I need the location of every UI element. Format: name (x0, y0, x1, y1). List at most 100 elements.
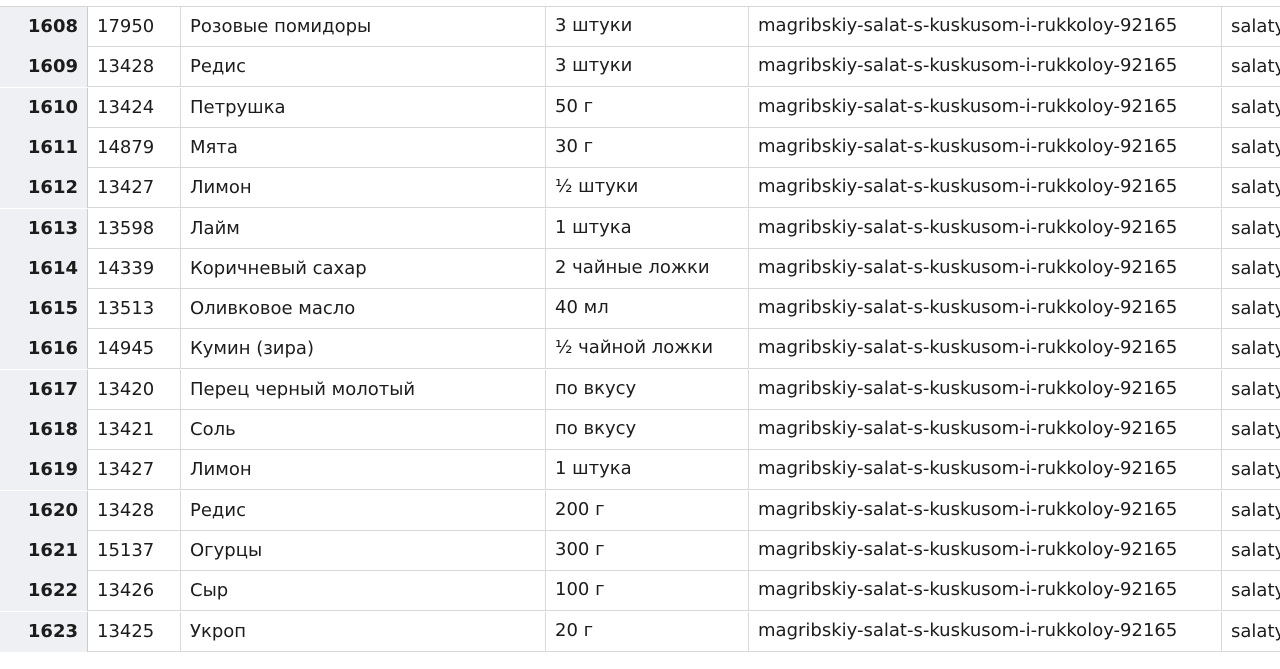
recipe-slug-cell[interactable]: magribskiy-salat-s-kuskusom-i-rukkoloy-9… (749, 329, 1222, 370)
category-cell[interactable]: salaty (1222, 47, 1280, 87)
row-index-cell[interactable]: 1613 (0, 208, 88, 249)
quantity-cell[interactable]: ½ чайной ложки (546, 329, 749, 370)
table-row[interactable]: 1608 17950 Розовые помидоры 3 штуки magribsk… (0, 7, 1280, 47)
category-cell[interactable]: salaty (1222, 329, 1280, 369)
table-row[interactable]: 1621 15137 Огурцы 300 г magribskiy-salat-s-k… (0, 530, 1280, 571)
row-index-cell[interactable]: 1615 (0, 289, 88, 330)
ingredient-id-cell[interactable]: 13420 (88, 369, 181, 410)
ingredient-name-cell[interactable]: Лайм (181, 208, 546, 249)
ingredient-name-cell[interactable]: Огурцы (181, 530, 546, 571)
category-cell[interactable]: salaty (1222, 128, 1280, 168)
quantity-cell[interactable]: ½ штуки (546, 168, 749, 209)
recipe-slug-cell[interactable]: magribskiy-salat-s-kuskusom-i-rukkoloy-9… (749, 611, 1222, 652)
ingredient-name-cell[interactable]: Оливковое масло (181, 289, 546, 330)
ingredient-name-cell[interactable]: Сыр (181, 571, 546, 612)
table-row[interactable]: 1614 14339 Коричневый сахар 2 чайные ложки m… (0, 248, 1280, 289)
row-index-cell[interactable]: 1609 (0, 47, 88, 88)
table-row[interactable]: 1613 13598 Лайм 1 штука magribskiy-salat-s-k… (0, 208, 1280, 249)
table-row[interactable]: 1609 13428 Редис 3 штуки magribskiy-salat-s-… (0, 47, 1280, 88)
ingredient-id-cell[interactable]: 13425 (88, 611, 181, 652)
ingredient-id-cell[interactable]: 13427 (88, 168, 181, 209)
ingredient-id-cell[interactable]: 14879 (88, 127, 181, 168)
ingredient-id-cell[interactable]: 13426 (88, 571, 181, 612)
category-cell[interactable]: salaty (1222, 289, 1280, 329)
quantity-cell[interactable]: 50 г (546, 87, 749, 128)
category-cell[interactable]: salaty (1222, 531, 1280, 571)
row-index-cell[interactable]: 1619 (0, 450, 88, 491)
recipe-slug-cell[interactable]: magribskiy-salat-s-kuskusom-i-rukkoloy-9… (749, 289, 1222, 330)
category-cell[interactable]: salaty (1222, 7, 1280, 47)
ingredient-id-cell[interactable]: 15137 (88, 530, 181, 571)
quantity-cell[interactable]: 3 штуки (546, 7, 749, 47)
row-index-cell[interactable]: 1608 (0, 7, 88, 47)
table-row[interactable]: 1622 13426 Сыр 100 г magribskiy-salat-s-kusk… (0, 571, 1280, 612)
row-index-cell[interactable]: 1611 (0, 127, 88, 168)
table-row[interactable]: 1610 13424 Петрушка 50 г magribskiy-salat-s-… (0, 87, 1280, 128)
ingredient-id-cell[interactable]: 13424 (88, 87, 181, 128)
ingredient-name-cell[interactable]: Укроп (181, 611, 546, 652)
ingredient-name-cell[interactable]: Соль (181, 410, 546, 450)
recipe-slug-cell[interactable]: magribskiy-salat-s-kuskusom-i-rukkoloy-9… (749, 248, 1222, 289)
recipe-slug-cell[interactable]: magribskiy-salat-s-kuskusom-i-rukkoloy-9… (749, 450, 1222, 491)
quantity-cell[interactable]: 2 чайные ложки (546, 248, 749, 289)
recipe-slug-cell[interactable]: magribskiy-salat-s-kuskusom-i-rukkoloy-9… (749, 410, 1222, 450)
recipe-slug-cell[interactable]: magribskiy-salat-s-kuskusom-i-rukkoloy-9… (749, 571, 1222, 612)
recipe-slug-cell[interactable]: magribskiy-salat-s-kuskusom-i-rukkoloy-9… (749, 127, 1222, 168)
category-cell[interactable]: salaty (1222, 450, 1280, 490)
quantity-cell[interactable]: 200 г (546, 490, 749, 531)
ingredient-name-cell[interactable]: Коричневый сахар (181, 248, 546, 289)
ingredient-name-cell[interactable]: Розовые помидоры (181, 7, 546, 47)
table-row[interactable]: 1616 14945 Кумин (зира) ½ чайной ложки magri… (0, 329, 1280, 370)
ingredient-name-cell[interactable]: Редис (181, 47, 546, 88)
recipe-slug-cell[interactable]: magribskiy-salat-s-kuskusom-i-rukkoloy-9… (749, 7, 1222, 47)
ingredient-name-cell[interactable]: Лимон (181, 450, 546, 491)
quantity-cell[interactable]: 300 г (546, 530, 749, 571)
ingredient-name-cell[interactable]: Редис (181, 490, 546, 531)
row-index-cell[interactable]: 1616 (0, 329, 88, 370)
row-index-cell[interactable]: 1614 (0, 248, 88, 289)
category-cell[interactable]: salaty (1222, 88, 1280, 128)
recipe-slug-cell[interactable]: magribskiy-salat-s-kuskusom-i-rukkoloy-9… (749, 208, 1222, 249)
row-index-cell[interactable]: 1618 (0, 410, 88, 450)
category-cell[interactable]: salaty (1222, 249, 1280, 289)
ingredient-id-cell[interactable]: 13428 (88, 490, 181, 531)
table-row[interactable]: 1615 13513 Оливковое масло 40 мл magribskiy-… (0, 289, 1280, 330)
ingredient-id-cell[interactable]: 17950 (88, 7, 181, 47)
row-index-cell[interactable]: 1617 (0, 369, 88, 410)
recipe-slug-cell[interactable]: magribskiy-salat-s-kuskusom-i-rukkoloy-9… (749, 530, 1222, 571)
category-cell[interactable]: salaty (1222, 370, 1280, 410)
table-row[interactable]: 1619 13427 Лимон 1 штука magribskiy-salat-s-… (0, 450, 1280, 491)
ingredient-id-cell[interactable]: 13427 (88, 450, 181, 491)
quantity-cell[interactable]: 1 штука (546, 208, 749, 249)
quantity-cell[interactable]: 1 штука (546, 450, 749, 491)
ingredient-name-cell[interactable]: Лимон (181, 168, 546, 209)
quantity-cell[interactable]: 40 мл (546, 289, 749, 330)
quantity-cell[interactable]: 3 штуки (546, 47, 749, 88)
quantity-cell[interactable]: 30 г (546, 127, 749, 168)
ingredient-id-cell[interactable]: 13421 (88, 410, 181, 450)
category-cell[interactable]: salaty (1222, 571, 1280, 611)
ingredient-name-cell[interactable]: Петрушка (181, 87, 546, 128)
recipe-slug-cell[interactable]: magribskiy-salat-s-kuskusom-i-rukkoloy-9… (749, 87, 1222, 128)
table-row[interactable]: 1611 14879 Мята 30 г magribskiy-salat-s-kusk… (0, 127, 1280, 168)
table-row[interactable]: 1620 13428 Редис 200 г magribskiy-salat-s-ku… (0, 490, 1280, 531)
recipe-slug-cell[interactable]: magribskiy-salat-s-kuskusom-i-rukkoloy-9… (749, 369, 1222, 410)
ingredient-id-cell[interactable]: 13598 (88, 208, 181, 249)
table-row[interactable]: 1618 13421 Соль по вкусу magribskiy-salat-s-… (0, 410, 1280, 450)
row-index-cell[interactable]: 1612 (0, 168, 88, 209)
ingredient-id-cell[interactable]: 13513 (88, 289, 181, 330)
row-index-cell[interactable]: 1610 (0, 87, 88, 128)
category-cell[interactable]: salaty (1222, 410, 1280, 450)
category-cell[interactable]: salaty (1222, 491, 1280, 531)
quantity-cell[interactable]: по вкусу (546, 410, 749, 450)
ingredient-name-cell[interactable]: Кумин (зира) (181, 329, 546, 370)
recipe-slug-cell[interactable]: magribskiy-salat-s-kuskusom-i-rukkoloy-9… (749, 168, 1222, 209)
recipe-slug-cell[interactable]: magribskiy-salat-s-kuskusom-i-rukkoloy-9… (749, 490, 1222, 531)
ingredient-name-cell[interactable]: Перец черный молотый (181, 369, 546, 410)
ingredient-id-cell[interactable]: 13428 (88, 47, 181, 88)
ingredient-name-cell[interactable]: Мята (181, 127, 546, 168)
table-row[interactable]: 1617 13420 Перец черный молотый по вкусу mag… (0, 369, 1280, 410)
category-cell[interactable]: salaty (1222, 612, 1280, 652)
quantity-cell[interactable]: по вкусу (546, 369, 749, 410)
row-index-cell[interactable]: 1622 (0, 571, 88, 612)
